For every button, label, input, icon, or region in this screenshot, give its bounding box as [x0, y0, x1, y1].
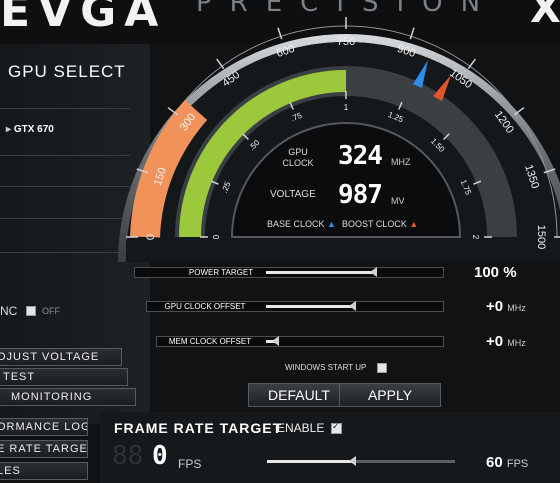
voltage-tick-label: 2	[471, 235, 480, 240]
clock-tick-label: 1500	[535, 225, 547, 249]
value-number: +0	[486, 298, 504, 315]
mem-clock-offset-value: +0 MHz	[486, 333, 526, 350]
slider-fill	[267, 460, 352, 463]
fps-label: FPS	[178, 457, 202, 471]
slider-knob[interactable]	[348, 456, 356, 466]
value-number: +0	[486, 333, 504, 350]
gpu-clock-unit: MHZ	[391, 157, 411, 167]
checkmark-icon: ✓	[332, 421, 340, 431]
voltage-tick-label: 1	[344, 103, 349, 112]
power-target-value: 100 %	[474, 264, 517, 281]
frame-rate-target-title: FRAME RATE TARGET	[114, 420, 283, 436]
slider-fill	[266, 305, 352, 308]
value-unit: MHz	[507, 338, 526, 348]
gpu-clock-label: GPU CLOCK	[282, 147, 314, 168]
fps-value: 0	[152, 441, 168, 471]
slider-knob[interactable]	[349, 301, 356, 311]
windows-startup-label: WINDOWS START UP	[285, 363, 367, 372]
boost-clock-label: BOOST CLOCK	[342, 219, 407, 229]
voltage-value: 987	[338, 180, 383, 210]
orange-triangle-icon: ▲	[409, 219, 419, 229]
value-unit: MHz	[507, 303, 526, 313]
voltage-unit: MV	[391, 196, 405, 206]
default-button[interactable]: DEFAULT	[248, 383, 350, 407]
value-number: 60	[486, 454, 503, 471]
gpu-clock-value: 324	[338, 141, 383, 171]
boost-clock-legend: BOOST CLOCK ▲	[342, 219, 418, 229]
voltage-label: VOLTAGE	[270, 189, 316, 200]
apply-button[interactable]: APPLY	[339, 383, 441, 407]
clock-tick-label: 0	[145, 234, 157, 240]
value-unit: FPS	[506, 458, 529, 470]
windows-startup-checkbox[interactable]	[377, 363, 387, 373]
gpu-clock-offset-value: +0 MHz	[486, 298, 526, 315]
clock-voltage-gauge: 015030045060075090010501200135015000.25.…	[118, 17, 560, 262]
fps-ghost-digits: 88	[112, 441, 144, 471]
slider-label: MEM CLOCK OFFSET	[168, 337, 252, 346]
slider-knob[interactable]	[369, 267, 377, 277]
enable-checkbox[interactable]: ✓	[331, 421, 342, 434]
blue-triangle-icon: ▲	[327, 219, 336, 229]
base-clock-label: BASE CLOCK	[267, 219, 325, 229]
slider-knob[interactable]	[271, 336, 279, 346]
base-clock-legend: BASE CLOCK ▲	[267, 219, 336, 229]
fps-readout: 88 0	[112, 441, 174, 471]
clock-tick-label: 750	[337, 36, 355, 48]
voltage-tick-label: 0	[212, 234, 221, 239]
enable-label: ENABLE	[277, 421, 325, 435]
frame-rate-target-value: 60 FPS	[486, 454, 528, 471]
slider-label: GPU CLOCK OFFSET	[164, 302, 246, 311]
slider-fill	[266, 271, 373, 274]
